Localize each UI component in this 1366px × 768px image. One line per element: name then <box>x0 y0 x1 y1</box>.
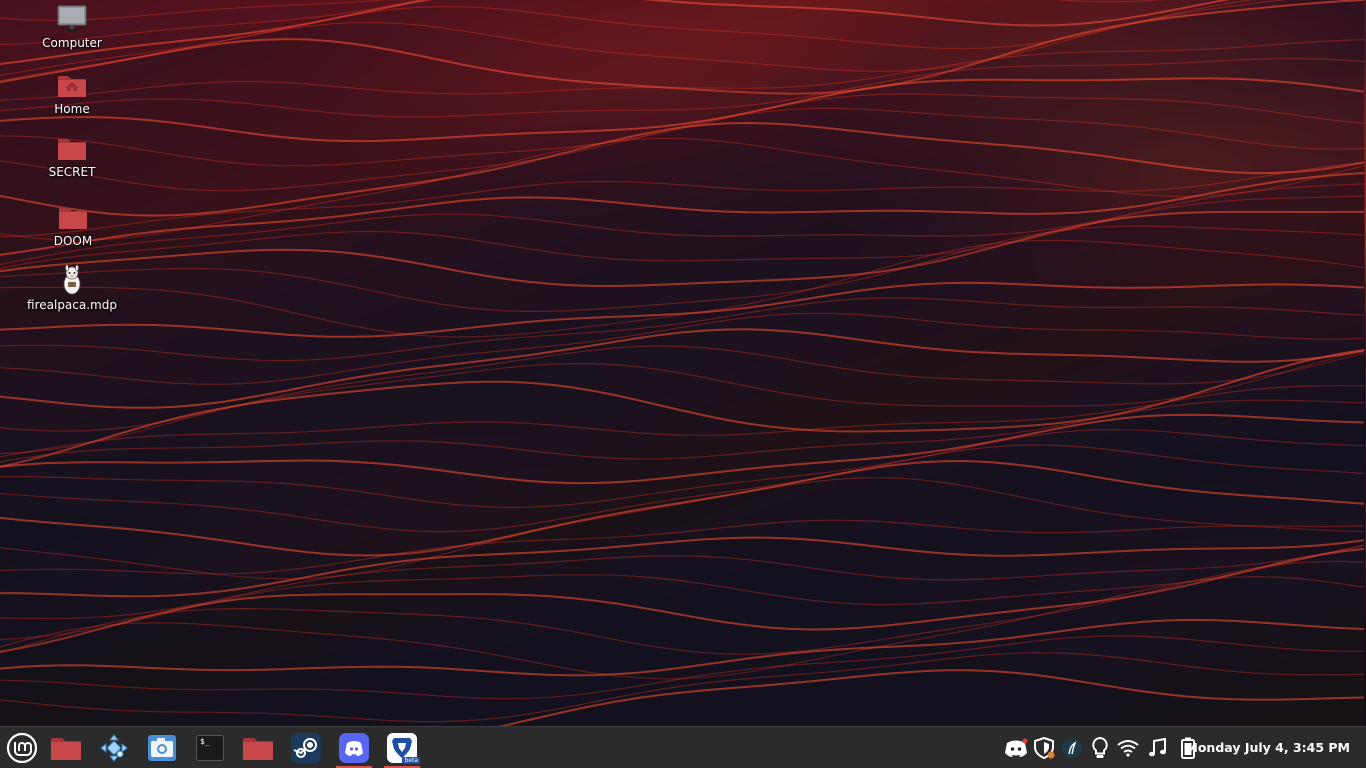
discord-tray-icon <box>1005 738 1028 757</box>
screenshot-launcher[interactable] <box>140 727 184 768</box>
linux-mint-icon <box>6 732 38 763</box>
tray-tablet[interactable] <box>1059 727 1085 768</box>
ppsspp-launcher[interactable] <box>92 727 136 768</box>
folder-icon <box>51 737 81 760</box>
wallpaper <box>0 0 1366 726</box>
home-folder-icon <box>58 76 86 97</box>
lightbulb-icon <box>1092 736 1108 758</box>
folder-icon <box>59 208 87 229</box>
folder-icon <box>58 139 86 160</box>
desktop-icon-secret[interactable]: SECRET <box>27 133 117 179</box>
folder-icon <box>243 737 273 760</box>
clock[interactable]: Monday July 4, 3:45 PM <box>1185 727 1350 768</box>
gamepad-icon <box>100 733 128 762</box>
folder-launcher[interactable] <box>236 727 280 768</box>
terminal-icon: $_ <box>196 734 224 761</box>
terminal-launcher[interactable]: $_ <box>188 727 232 768</box>
tray-security[interactable] <box>1031 727 1057 768</box>
brave-beta-launcher[interactable]: beta <box>380 727 424 768</box>
computer-icon <box>57 5 87 32</box>
wifi-icon <box>1117 739 1139 757</box>
desktop-icon-label: firealpaca.mdp <box>27 298 117 312</box>
discord-icon <box>339 732 369 763</box>
desktop-icon-label: DOOM <box>53 234 93 248</box>
files-launcher[interactable] <box>44 727 88 768</box>
desktop-icon-computer[interactable]: Computer <box>27 4 117 50</box>
desktop-icon-doom[interactable]: DOOM <box>28 202 118 248</box>
desktop-icon-label: SECRET <box>48 165 96 179</box>
alpaca-file-icon <box>63 264 81 295</box>
tray-redshift[interactable] <box>1087 727 1113 768</box>
desktop[interactable]: Computer Home SECRET DOOM firealpaca.mdp <box>0 0 1366 726</box>
brave-beta-icon: beta <box>386 732 420 764</box>
steam-launcher[interactable] <box>284 727 328 768</box>
tray-sound[interactable] <box>1145 727 1171 768</box>
desktop-icon-home[interactable]: Home <box>27 70 117 116</box>
steam-icon <box>291 732 321 763</box>
taskbar: $_ beta Monday July 4, 3:45 PM <box>0 726 1366 768</box>
menu-button[interactable] <box>0 727 44 768</box>
pen-tablet-icon <box>1062 737 1082 758</box>
tray-network[interactable] <box>1115 727 1141 768</box>
camera-icon <box>148 734 176 761</box>
desktop-icon-label: Computer <box>42 36 102 50</box>
music-note-icon <box>1149 737 1166 756</box>
desktop-icon-firealpaca[interactable]: firealpaca.mdp <box>27 264 117 312</box>
security-shield-icon <box>1034 736 1055 759</box>
discord-launcher[interactable] <box>332 727 376 768</box>
desktop-icon-label: Home <box>54 102 90 116</box>
tray-discord[interactable] <box>1003 727 1029 768</box>
